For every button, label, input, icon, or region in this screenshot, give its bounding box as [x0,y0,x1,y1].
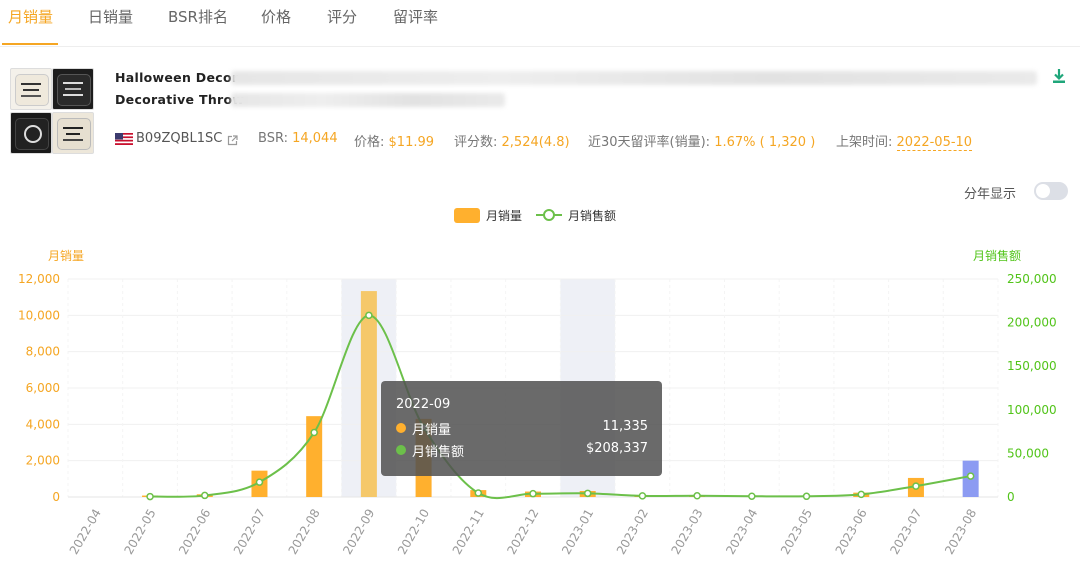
x-tick-label: 2023-08 [942,506,979,556]
x-tick-label: 2023-03 [669,507,706,557]
y-right-tick-label: 200,000 [1007,316,1057,330]
x-tick-label: 2022-04 [67,507,104,557]
y-left-tick-label: 2,000 [26,454,60,468]
y-right-tick-label: 100,000 [1007,403,1057,417]
y-left-tick-label: 12,000 [18,272,60,286]
chart-tooltip: 2022-09 月销量 11,335 月销售额 $208,337 [381,381,662,476]
right-axis-title: 月销售额 [973,248,1021,263]
bar-monthly-sales[interactable] [360,291,377,497]
x-tick-label: 2022-11 [450,507,487,557]
tooltip-row-revenue: 月销售额 $208,337 [396,441,648,460]
bar-monthly-sales[interactable] [306,416,323,497]
line-point-revenue[interactable] [748,492,756,500]
line-point-revenue[interactable] [201,491,209,500]
line-point-revenue[interactable] [310,428,318,437]
y-left-tick-label: 8,000 [26,345,60,359]
tooltip-revenue-dot [396,445,406,455]
y-left-tick-label: 4,000 [26,417,60,431]
line-point-revenue[interactable] [857,490,865,499]
tooltip-revenue-label: 月销售额 [412,445,465,460]
legend-line-marker[interactable] [543,209,555,221]
tooltip-sales-dot [396,423,406,433]
legend-monthly-revenue[interactable]: 月销售额 [568,208,616,223]
line-point-revenue[interactable] [693,492,701,500]
line-point-revenue[interactable] [966,472,975,480]
x-tick-label: 2022-08 [286,507,323,557]
line-point-revenue[interactable] [474,489,483,497]
x-tick-label: 2022-07 [231,507,268,557]
line-point-revenue[interactable] [255,478,264,486]
tooltip-sales-value: 11,335 [602,419,649,434]
line-point-revenue[interactable] [529,489,537,498]
y-left-tick-label: 0 [52,490,60,504]
left-axis-title: 月销量 [48,249,84,263]
line-point-revenue[interactable] [583,489,592,498]
y-right-tick-label: 150,000 [1007,359,1057,373]
y-left-tick-label: 6,000 [26,381,60,395]
y-right-tick-label: 0 [1007,490,1015,504]
sales-chart: 0 2,000 4,000 6,000 8,000 10,000 12,000 0 50,000… [18,208,1057,557]
tooltip-row-sales: 月销量 11,335 [396,419,649,438]
y-right-tick-label: 250,000 [1007,272,1057,286]
line-point-revenue[interactable] [912,482,920,490]
y-left-tick-label: 10,000 [18,308,60,322]
x-tick-label: 2022-10 [395,507,432,557]
x-tick-label: 2023-01 [559,507,596,557]
x-tick-label: 2022-09 [340,507,377,557]
line-point-revenue[interactable] [365,311,373,320]
x-tick-label: 2023-06 [833,507,870,557]
tooltip-revenue-value: $208,337 [585,441,648,456]
tooltip-title: 2022-09 [396,397,451,412]
line-point-revenue[interactable] [638,492,647,500]
y-right-tick-label: 50,000 [1007,446,1049,460]
line-point-revenue[interactable] [146,492,154,501]
legend-monthly-sales[interactable]: 月销量 [486,209,522,223]
tooltip-sales-label: 月销量 [412,423,452,438]
legend-bar-swatch[interactable] [454,208,480,223]
x-tick-label: 2022-12 [504,507,541,557]
x-tick-label: 2023-04 [723,507,760,557]
x-tick-label: 2022-06 [176,507,213,557]
x-tick-label: 2022-05 [121,507,158,557]
x-tick-label: 2023-07 [887,507,924,557]
x-tick-label: 2023-02 [614,507,651,557]
line-point-revenue[interactable] [802,492,811,501]
x-tick-label: 2023-05 [778,507,815,557]
